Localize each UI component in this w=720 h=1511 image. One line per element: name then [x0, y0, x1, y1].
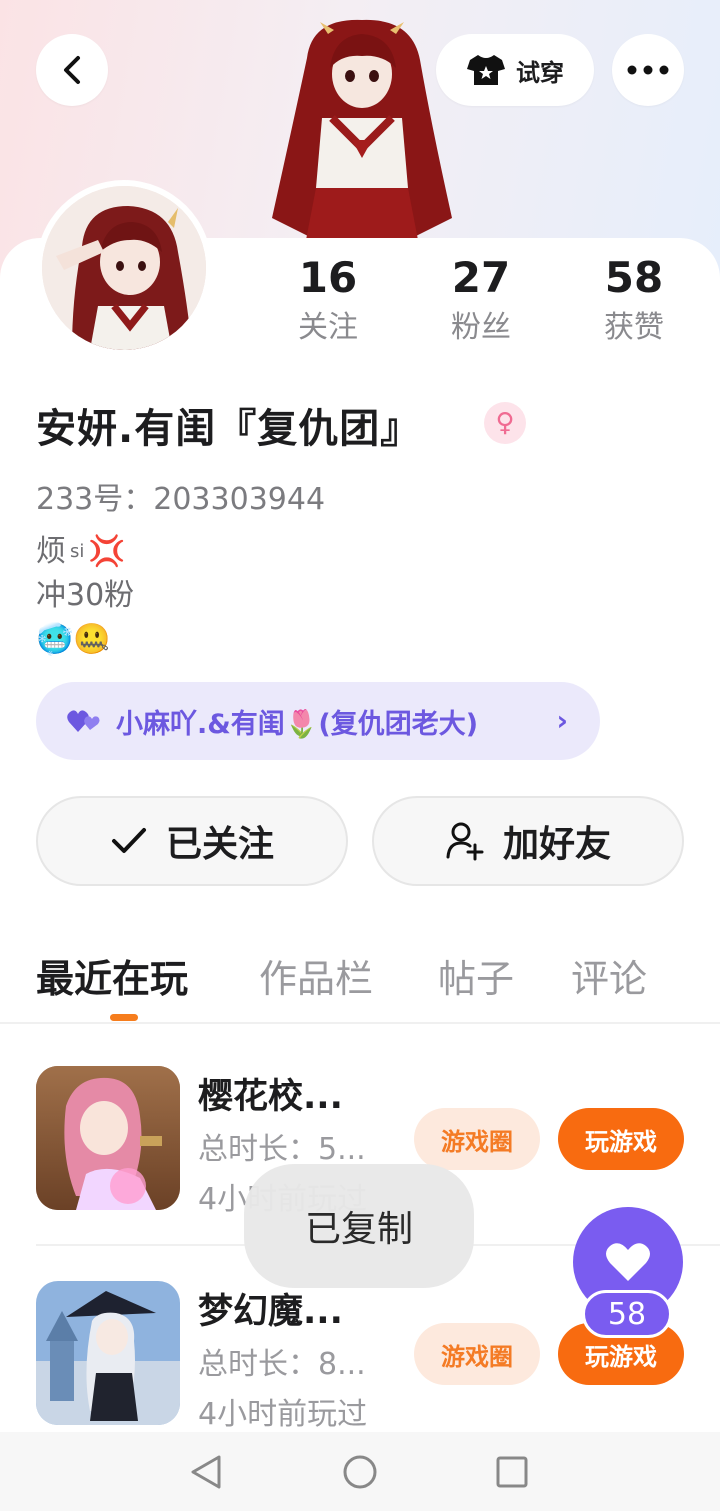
- relation-badge[interactable]: 小麻吖.&有闺🌷(复仇团老大) ›: [36, 682, 600, 760]
- game-last-played: 4小时前玩过: [198, 1397, 368, 1432]
- profile-name: 安妍.有闺『复仇团』: [36, 406, 422, 452]
- stat-following-label: 关注: [298, 310, 358, 345]
- relation-label: 小麻吖.&有闺🌷(复仇团老大): [116, 708, 479, 740]
- copied-toast: 已复制: [244, 1164, 474, 1288]
- stat-likes[interactable]: 58 获赞: [569, 250, 699, 350]
- stat-fans-value: 27: [451, 253, 511, 302]
- stat-fans-label: 粉丝: [451, 310, 511, 345]
- game-cover-image: [36, 1281, 180, 1425]
- square-recents-icon: [496, 1456, 528, 1488]
- back-arrow-icon: [64, 56, 80, 84]
- game-playtime: 总时长：8...: [198, 1347, 366, 1382]
- like-count-badge: 58: [582, 1290, 672, 1338]
- game-thumbnail[interactable]: [36, 1066, 180, 1210]
- play-game-button[interactable]: 玩游戏: [558, 1108, 684, 1170]
- back-button[interactable]: [36, 34, 108, 106]
- try-on-label: 试穿: [516, 58, 564, 87]
- circle-home-icon: [343, 1455, 377, 1489]
- active-tab-indicator: [110, 1014, 138, 1021]
- stat-fans[interactable]: 27 粉丝: [416, 250, 546, 350]
- game-title: 梦幻魔...: [198, 1292, 343, 1332]
- nav-recents-button[interactable]: [492, 1452, 532, 1492]
- bio-emojis: 🥶🤐: [36, 622, 111, 657]
- nav-home-button[interactable]: [340, 1452, 380, 1492]
- tab-recently-played[interactable]: 最近在玩: [36, 948, 188, 1003]
- check-icon: [111, 828, 146, 853]
- tab-works[interactable]: 作品栏: [259, 948, 373, 1003]
- heart-icon: [606, 1243, 650, 1281]
- stat-following[interactable]: 16 关注: [263, 250, 393, 350]
- stat-following-value: 16: [298, 253, 358, 302]
- add-friend-button[interactable]: 加好友: [372, 796, 684, 886]
- user-id[interactable]: 233号：203303944: [36, 474, 325, 518]
- game-circle-button[interactable]: 游戏圈: [414, 1323, 540, 1385]
- profile-bio: 烦 si 💢 冲30粉 🥶🤐: [36, 530, 134, 662]
- nav-back-button[interactable]: [186, 1452, 226, 1492]
- character-avatar-image: [272, 19, 452, 240]
- system-navigation-bar: [0, 1432, 720, 1511]
- avatar-image: [42, 186, 206, 350]
- game-circle-button[interactable]: 游戏圈: [414, 1108, 540, 1170]
- game-playtime: 总时长：5...: [198, 1132, 366, 1167]
- stat-likes-value: 58: [604, 253, 664, 302]
- female-gender-icon: ♀: [484, 402, 526, 444]
- add-user-icon: [446, 822, 484, 861]
- chevron-right-icon: ›: [556, 704, 568, 737]
- bio-text-2: 冲30粉: [36, 578, 135, 613]
- game-cover-image: [36, 1066, 180, 1210]
- triangle-back-icon: [191, 1455, 221, 1489]
- game-thumbnail[interactable]: [36, 1281, 180, 1425]
- add-friend-label: 加好友: [502, 824, 611, 865]
- tshirt-icon: [467, 55, 505, 85]
- tab-posts[interactable]: 帖子: [438, 948, 514, 1003]
- more-dots-icon: [627, 65, 669, 75]
- anger-emoji: 💢: [88, 534, 126, 569]
- more-options-button[interactable]: [612, 34, 684, 106]
- tab-comments[interactable]: 评论: [571, 948, 647, 1003]
- bio-text-1: 烦: [36, 534, 66, 569]
- double-heart-icon: [67, 710, 100, 732]
- game-title: 樱花校...: [198, 1077, 343, 1117]
- followed-button[interactable]: 已关注: [36, 796, 348, 886]
- stat-likes-label: 获赞: [604, 310, 664, 345]
- followed-label: 已关注: [165, 824, 274, 865]
- bio-sup: si: [70, 541, 85, 562]
- avatar[interactable]: [42, 186, 206, 350]
- profile-tabs: 最近在玩 作品栏 帖子 评论: [0, 944, 720, 1024]
